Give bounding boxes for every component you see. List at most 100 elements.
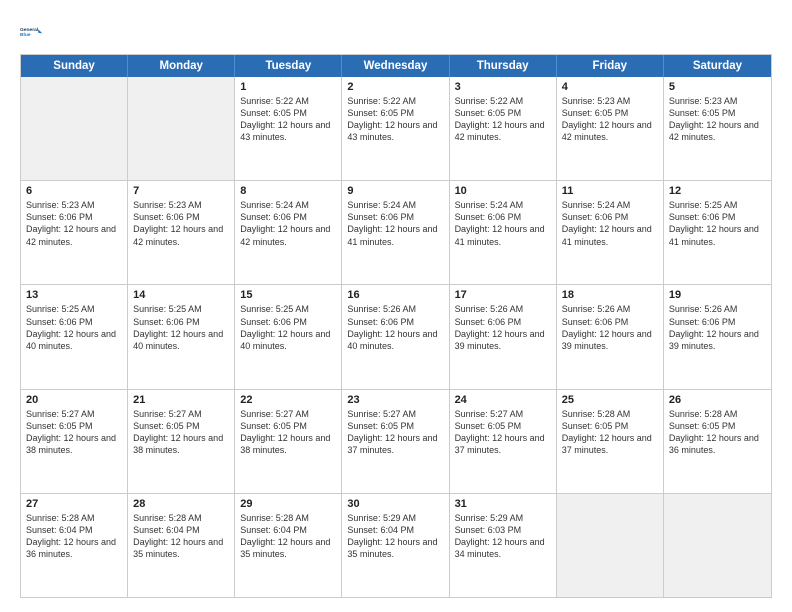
day-number: 26 bbox=[669, 394, 766, 406]
day-number: 22 bbox=[240, 394, 336, 406]
day-number: 14 bbox=[133, 289, 229, 301]
cell-info: Sunrise: 5:27 AMSunset: 6:05 PMDaylight:… bbox=[133, 408, 229, 457]
day-cell-8: 8 Sunrise: 5:24 AMSunset: 6:06 PMDaylight… bbox=[235, 181, 342, 284]
day-number: 3 bbox=[455, 81, 551, 93]
day-cell-20: 20Sunrise: 5:27 AMSunset: 6:05 PMDayligh… bbox=[21, 390, 128, 493]
calendar-header: SundayMondayTuesdayWednesdayThursdayFrid… bbox=[21, 55, 771, 77]
cell-info: Sunrise: 5:26 AMSunset: 6:06 PMDaylight:… bbox=[562, 303, 658, 352]
cell-info: Sunrise: 5:25 AMSunset: 6:06 PMDaylight:… bbox=[669, 199, 766, 248]
day-number: 1 bbox=[240, 81, 336, 93]
cell-info: Sunrise: 5:26 AMSunset: 6:06 PMDaylight:… bbox=[455, 303, 551, 352]
cell-info: Sunrise: 5:29 AMSunset: 6:03 PMDaylight:… bbox=[455, 512, 551, 561]
day-cell-19: 19 Sunrise: 5:26 AMSunset: 6:06 PMDayligh… bbox=[664, 285, 771, 388]
cell-info: Sunrise: 5:26 AMSunset: 6:06 PMDaylight:… bbox=[669, 303, 766, 352]
cell-info: Sunrise: 5:25 AMSunset: 6:06 PMDaylight:… bbox=[26, 303, 122, 352]
day-cell-29: 29Sunrise: 5:28 AMSunset: 6:04 PMDayligh… bbox=[235, 494, 342, 597]
day-number: 9 bbox=[347, 185, 443, 197]
logo: GeneralBlue bbox=[20, 18, 48, 46]
header: GeneralBlue bbox=[20, 18, 772, 46]
day-cell-27: 27 Sunrise: 5:28 AMSunset: 6:04 PMDayligh… bbox=[21, 494, 128, 597]
calendar: SundayMondayTuesdayWednesdayThursdayFrid… bbox=[20, 54, 772, 598]
day-number: 4 bbox=[562, 81, 658, 93]
day-cell-23: 23 Sunrise: 5:27 AMSunset: 6:05 PMDayligh… bbox=[342, 390, 449, 493]
header-day-sunday: Sunday bbox=[21, 55, 128, 77]
cell-info: Sunrise: 5:25 AMSunset: 6:06 PMDaylight:… bbox=[240, 303, 336, 352]
header-day-saturday: Saturday bbox=[664, 55, 771, 77]
day-number: 31 bbox=[455, 498, 551, 510]
day-cell-31: 31 Sunrise: 5:29 AMSunset: 6:03 PMDayligh… bbox=[450, 494, 557, 597]
day-number: 11 bbox=[562, 185, 658, 197]
week-row-2: 6 Sunrise: 5:23 AMSunset: 6:06 PMDaylight… bbox=[21, 181, 771, 285]
day-number: 5 bbox=[669, 81, 766, 93]
day-number: 19 bbox=[669, 289, 766, 301]
empty-cell bbox=[128, 77, 235, 180]
day-cell-16: 16 Sunrise: 5:26 AMSunset: 6:06 PMDayligh… bbox=[342, 285, 449, 388]
day-number: 16 bbox=[347, 289, 443, 301]
day-cell-21: 21 Sunrise: 5:27 AMSunset: 6:05 PMDayligh… bbox=[128, 390, 235, 493]
day-cell-25: 25 Sunrise: 5:28 AMSunset: 6:05 PMDayligh… bbox=[557, 390, 664, 493]
week-row-5: 27 Sunrise: 5:28 AMSunset: 6:04 PMDayligh… bbox=[21, 494, 771, 597]
day-number: 23 bbox=[347, 394, 443, 406]
day-cell-4: 4 Sunrise: 5:23 AMSunset: 6:05 PMDaylight… bbox=[557, 77, 664, 180]
day-number: 6 bbox=[26, 185, 122, 197]
day-number: 25 bbox=[562, 394, 658, 406]
cell-info: Sunrise: 5:24 AMSunset: 6:06 PMDaylight:… bbox=[240, 199, 336, 248]
cell-info: Sunrise: 5:23 AMSunset: 6:05 PMDaylight:… bbox=[669, 95, 766, 144]
cell-info: Sunrise: 5:27 AMSunset: 6:05 PMDaylight:… bbox=[347, 408, 443, 457]
day-number: 27 bbox=[26, 498, 122, 510]
svg-text:General: General bbox=[20, 27, 39, 33]
day-cell-1: 1Sunrise: 5:22 AMSunset: 6:05 PMDaylight… bbox=[235, 77, 342, 180]
day-cell-9: 9 Sunrise: 5:24 AMSunset: 6:06 PMDaylight… bbox=[342, 181, 449, 284]
day-number: 21 bbox=[133, 394, 229, 406]
empty-cell bbox=[21, 77, 128, 180]
cell-info: Sunrise: 5:22 AMSunset: 6:05 PMDaylight:… bbox=[347, 95, 443, 144]
day-cell-13: 13 Sunrise: 5:25 AMSunset: 6:06 PMDayligh… bbox=[21, 285, 128, 388]
day-number: 2 bbox=[347, 81, 443, 93]
day-cell-12: 12 Sunrise: 5:25 AMSunset: 6:06 PMDayligh… bbox=[664, 181, 771, 284]
day-cell-26: 26 Sunrise: 5:28 AMSunset: 6:05 PMDayligh… bbox=[664, 390, 771, 493]
cell-info: Sunrise: 5:24 AMSunset: 6:06 PMDaylight:… bbox=[562, 199, 658, 248]
day-number: 12 bbox=[669, 185, 766, 197]
day-cell-6: 6 Sunrise: 5:23 AMSunset: 6:06 PMDaylight… bbox=[21, 181, 128, 284]
header-day-thursday: Thursday bbox=[450, 55, 557, 77]
week-row-1: 1 Sunrise: 5:22 AMSunset: 6:05 PMDaylight… bbox=[21, 77, 771, 181]
cell-info: Sunrise: 5:28 AMSunset: 6:04 PMDaylight:… bbox=[26, 512, 122, 561]
cell-info: Sunrise: 5:29 AMSunset: 6:04 PMDaylight:… bbox=[347, 512, 443, 561]
cell-info: Sunrise: 5:23 AMSunset: 6:05 PMDaylight:… bbox=[562, 95, 658, 144]
cell-info: Sunrise: 5:28 AMSunset: 6:04 PMDaylight:… bbox=[133, 512, 229, 561]
cell-info: Sunrise: 5:28 AMSunset: 6:05 PMDaylight:… bbox=[669, 408, 766, 457]
cell-info: Sunrise: 5:22 AMSunset: 6:05 PMDaylight:… bbox=[455, 95, 551, 144]
day-number: 15 bbox=[240, 289, 336, 301]
day-cell-5: 5 Sunrise: 5:23 AMSunset: 6:05 PMDaylight… bbox=[664, 77, 771, 180]
day-number: 20 bbox=[26, 394, 122, 406]
day-number: 28 bbox=[133, 498, 229, 510]
day-number: 18 bbox=[562, 289, 658, 301]
cell-info: Sunrise: 5:24 AMSunset: 6:06 PMDaylight:… bbox=[455, 199, 551, 248]
logo-icon: GeneralBlue bbox=[20, 18, 48, 46]
day-cell-22: 22Sunrise: 5:27 AMSunset: 6:05 PMDayligh… bbox=[235, 390, 342, 493]
day-cell-11: 11 Sunrise: 5:24 AMSunset: 6:06 PMDayligh… bbox=[557, 181, 664, 284]
day-number: 7 bbox=[133, 185, 229, 197]
header-day-monday: Monday bbox=[128, 55, 235, 77]
cell-info: Sunrise: 5:26 AMSunset: 6:06 PMDaylight:… bbox=[347, 303, 443, 352]
cell-info: Sunrise: 5:24 AMSunset: 6:06 PMDaylight:… bbox=[347, 199, 443, 248]
day-number: 17 bbox=[455, 289, 551, 301]
page: GeneralBlue SundayMondayTuesdayWednesday… bbox=[0, 0, 792, 612]
day-number: 24 bbox=[455, 394, 551, 406]
calendar-body: 1 Sunrise: 5:22 AMSunset: 6:05 PMDaylight… bbox=[21, 77, 771, 597]
svg-text:Blue: Blue bbox=[20, 32, 31, 38]
day-number: 8 bbox=[240, 185, 336, 197]
day-cell-15: 15 Sunrise: 5:25 AMSunset: 6:06 PMDayligh… bbox=[235, 285, 342, 388]
empty-cell bbox=[557, 494, 664, 597]
empty-cell bbox=[664, 494, 771, 597]
week-row-4: 20 Sunrise: 5:27 AMSunset: 6:05 PMDayligh… bbox=[21, 390, 771, 494]
day-number: 10 bbox=[455, 185, 551, 197]
cell-info: Sunrise: 5:28 AMSunset: 6:05 PMDaylight:… bbox=[562, 408, 658, 457]
day-cell-14: 14Sunrise: 5:25 AMSunset: 6:06 PMDayligh… bbox=[128, 285, 235, 388]
cell-info: Sunrise: 5:23 AMSunset: 6:06 PMDaylight:… bbox=[26, 199, 122, 248]
header-day-wednesday: Wednesday bbox=[342, 55, 449, 77]
day-number: 13 bbox=[26, 289, 122, 301]
day-cell-10: 10 Sunrise: 5:24 AMSunset: 6:06 PMDayligh… bbox=[450, 181, 557, 284]
day-cell-24: 24Sunrise: 5:27 AMSunset: 6:05 PMDayligh… bbox=[450, 390, 557, 493]
day-cell-2: 2 Sunrise: 5:22 AMSunset: 6:05 PMDaylight… bbox=[342, 77, 449, 180]
